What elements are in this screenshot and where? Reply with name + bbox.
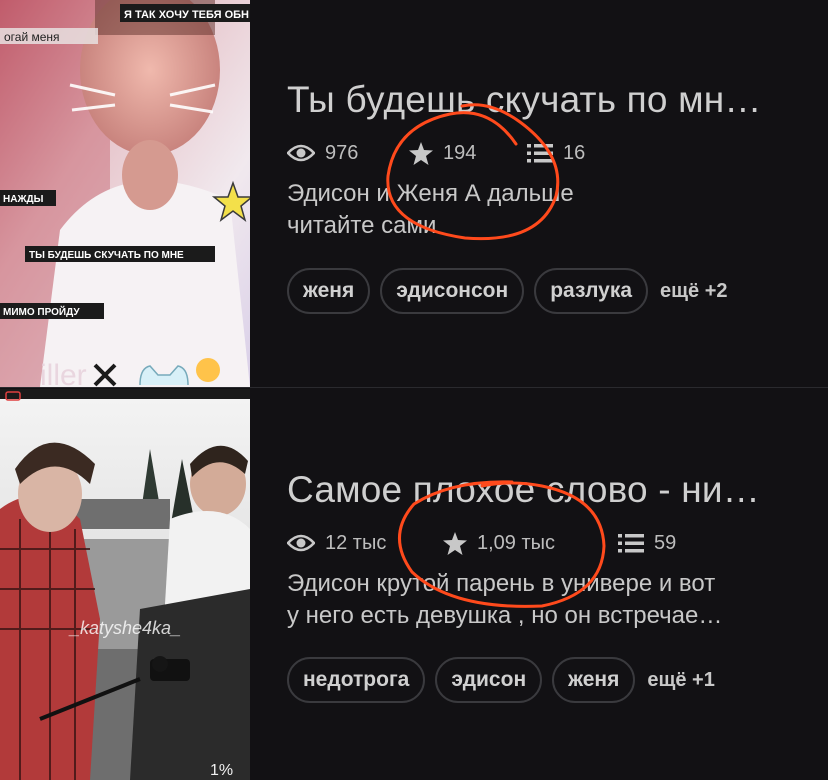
cover-caption: Я ТАК ХОЧУ ТЕБЯ ОБН — [124, 9, 249, 21]
story-card[interactable]: Я ТАК ХОЧУ ТЕБЯ ОБН огай меня НАЖДЫ ТЫ Б… — [0, 0, 828, 389]
story-description: Эдисон крутой парень в универе и вот у н… — [287, 568, 797, 632]
tag-chip[interactable]: женя — [552, 657, 636, 703]
cover-caption: 1% — [210, 762, 233, 779]
views-count: 976 — [325, 141, 359, 164]
lists-stat: 16 — [527, 142, 585, 165]
lists-count: 16 — [563, 141, 586, 164]
tag-chip[interactable]: недотрога — [287, 657, 426, 703]
star-icon — [409, 141, 433, 165]
card-divider — [0, 387, 828, 388]
story-cover-image[interactable]: _katyshe4ka_ 1% — [0, 389, 250, 780]
cover-watermark: _katyshe4ka_ — [68, 618, 181, 638]
story-title[interactable]: Самое плохое слово - ни… — [287, 468, 797, 512]
description-line: Эдисон и Женя А дальше — [287, 180, 574, 207]
list-icon — [618, 534, 644, 553]
description-line: у него есть девушка , но он встречае… — [287, 602, 723, 629]
views-count: 12 тыс — [325, 531, 387, 554]
stars-count: 194 — [443, 141, 477, 164]
description-line: читайте сами — [287, 212, 437, 239]
story-description: Эдисон и Женя А дальше читайте сами — [287, 178, 797, 242]
stars-count: 1,09 тыс — [477, 531, 556, 554]
tag-list: женя эдисонсон разлука ещё +2 — [287, 268, 728, 314]
story-info: Ты будешь скучать по мн… 976 194 16 Эдис… — [287, 78, 808, 242]
story-stats: 976 194 16 — [287, 138, 808, 168]
tag-list: недотрога эдисон женя ещё +1 — [287, 657, 715, 703]
star-icon — [443, 531, 467, 555]
story-stats: 12 тыс 1,09 тыс 59 — [287, 528, 808, 558]
story-cover-image[interactable]: Я ТАК ХОЧУ ТЕБЯ ОБН огай меня НАЖДЫ ТЫ Б… — [0, 0, 250, 389]
story-feed: Я ТАК ХОЧУ ТЕБЯ ОБН огай меня НАЖДЫ ТЫ Б… — [0, 0, 828, 780]
eye-icon — [287, 534, 315, 552]
cover-caption: ТЫ БУДЕШЬ СКУЧАТЬ ПО МНЕ — [29, 250, 184, 261]
views-stat: 12 тыс — [287, 532, 443, 555]
cover-caption: огай меня — [4, 30, 60, 44]
cover-caption: iller — [40, 359, 87, 387]
story-card[interactable]: _katyshe4ka_ 1% Самое плохое слово - ни…… — [0, 389, 828, 780]
eye-icon — [287, 144, 315, 162]
lists-count: 59 — [654, 531, 677, 554]
more-tags-link[interactable]: ещё +2 — [660, 280, 727, 303]
tag-chip[interactable]: эдисон — [435, 657, 543, 703]
cover-caption: НАЖДЫ — [3, 194, 44, 205]
tag-chip[interactable]: женя — [287, 268, 371, 314]
cover-caption: МИМО ПРОЙДУ — [3, 305, 80, 318]
tag-chip[interactable]: разлука — [534, 268, 649, 314]
description-line: Эдисон крутой парень в универе и вот — [287, 570, 716, 597]
tag-chip[interactable]: эдисонсон — [380, 268, 525, 314]
more-tags-link[interactable]: ещё +1 — [647, 669, 714, 692]
story-info: Самое плохое слово - ни… 12 тыс 1,09 тыс — [287, 468, 808, 632]
list-icon — [527, 144, 553, 163]
story-title[interactable]: Ты будешь скучать по мн… — [287, 78, 797, 122]
lists-stat: 59 — [618, 532, 676, 555]
stars-stat: 1,09 тыс — [443, 531, 618, 555]
views-stat: 976 — [287, 142, 409, 165]
stars-stat: 194 — [409, 141, 527, 165]
